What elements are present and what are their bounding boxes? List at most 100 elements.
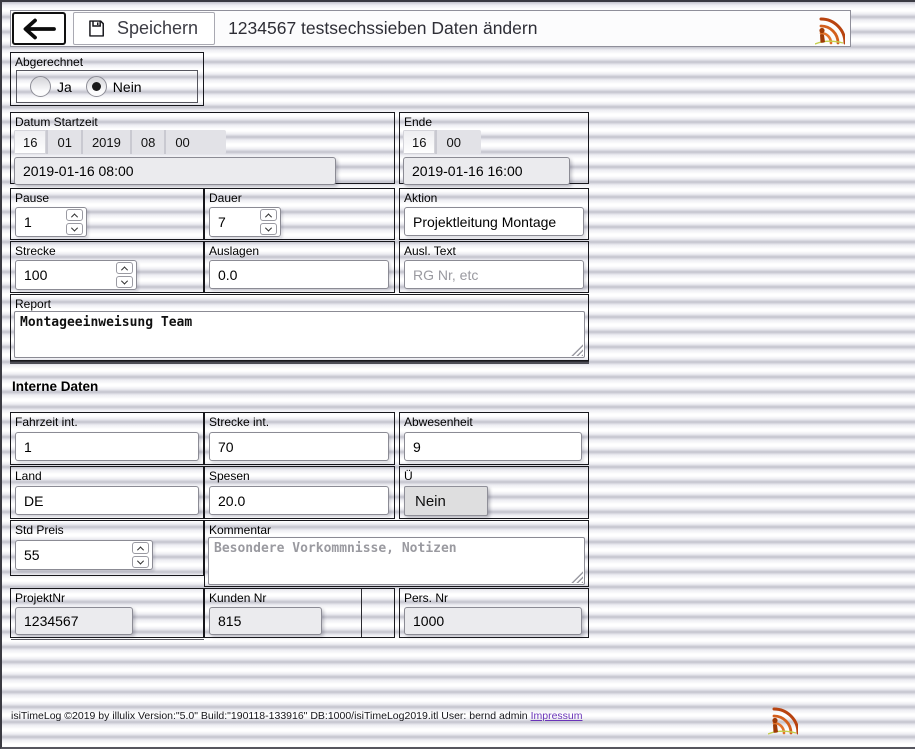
ausl-text-input[interactable] (404, 260, 584, 289)
footer-info: isiTimeLog ©2019 by illulix Version:"5.0… (11, 710, 583, 722)
page-title: 1234567 testsechssieben Daten ändern (228, 18, 538, 38)
start-section: Datum Startzeit 16 01 2019 08 00 (10, 112, 395, 185)
start-seg-month[interactable]: 01 (46, 130, 80, 154)
footer-version-text: isiTimeLog ©2019 by illulix Version:"5.0… (11, 710, 528, 722)
persnr-section: Pers. Nr (399, 588, 589, 638)
back-button[interactable] (12, 12, 66, 45)
radio-ja-label: Ja (57, 78, 72, 95)
land-section: Land (10, 466, 204, 519)
interne-daten-heading: Interne Daten (12, 379, 99, 394)
aktion-section: Aktion (399, 188, 589, 240)
kommentar-label: Kommentar (209, 523, 272, 537)
chevron-down-icon (264, 224, 273, 232)
fahrzeit-input[interactable] (15, 432, 199, 461)
std-preis-increment-button[interactable] (132, 542, 149, 554)
pause-section: Pause (10, 188, 204, 240)
projektnr-label: ProjektNr (15, 591, 66, 605)
chevron-down-icon (136, 557, 145, 565)
ende-label: Ende (404, 115, 433, 129)
pause-stepper (15, 207, 87, 237)
impressum-link[interactable]: Impressum (531, 710, 583, 722)
kundennr-section: Kunden Nr (204, 588, 395, 638)
radio-nein-label: Nein (112, 78, 142, 95)
radio-ja[interactable] (30, 76, 51, 97)
persnr-label: Pers. Nr (404, 591, 449, 605)
form-bottom-line (11, 639, 204, 640)
kommentar-textarea-wrap (208, 537, 585, 585)
kommentar-section: Kommentar (204, 520, 589, 587)
pause-label: Pause (15, 191, 50, 205)
dauer-increment-button[interactable] (260, 209, 277, 221)
ende-datetime-display[interactable] (403, 157, 570, 185)
std-preis-input[interactable] (16, 542, 132, 568)
start-seg-year[interactable]: 2019 (80, 130, 130, 154)
abwesenheit-label: Abwesenheit (404, 415, 473, 429)
ende-seg-minute[interactable]: 00 (435, 130, 469, 154)
std-preis-stepper (15, 540, 153, 570)
start-seg-tail (199, 130, 226, 154)
save-button[interactable]: Speichern (73, 12, 216, 45)
land-input[interactable] (15, 486, 199, 515)
start-seg-minute[interactable]: 00 (164, 130, 198, 154)
abwesenheit-input[interactable] (404, 432, 582, 461)
abgerechnet-section: Abgerechnet Ja Nein (10, 52, 204, 106)
fahrzeit-label: Fahrzeit int. (15, 415, 78, 429)
app-window: Speichern 1234567 testsechssieben Daten … (0, 0, 915, 749)
cell-divider (361, 589, 362, 637)
abgerechnet-radio-group: Ja Nein (16, 70, 198, 103)
report-textarea[interactable]: Montageeinweisung Team (14, 311, 585, 358)
dauer-label: Dauer (209, 191, 242, 205)
strecke-input[interactable] (16, 262, 116, 288)
std-preis-section: Std Preis (10, 520, 204, 576)
strecke-decrement-button[interactable] (116, 276, 133, 288)
aktion-input[interactable] (404, 207, 584, 236)
kommentar-textarea[interactable] (208, 537, 585, 585)
start-date-segments: 16 01 2019 08 00 (14, 130, 226, 154)
spesen-input[interactable] (209, 486, 389, 515)
pause-input[interactable] (16, 209, 66, 235)
auslagen-input[interactable] (209, 260, 389, 289)
spesen-section: Spesen (204, 466, 395, 519)
chevron-down-icon (70, 224, 79, 232)
floppy-disk-icon (89, 20, 104, 37)
chevron-up-icon (120, 265, 129, 273)
save-button-label: Speichern (117, 18, 199, 38)
start-seg-hour[interactable]: 08 (129, 130, 164, 154)
auslagen-section: Auslagen (204, 241, 395, 293)
strecke-increment-button[interactable] (116, 262, 133, 274)
strecke-int-input[interactable] (209, 432, 389, 461)
ausl-text-section: Ausl. Text (399, 241, 589, 293)
ende-seg-tail (470, 130, 481, 154)
start-datetime-display[interactable] (14, 157, 336, 185)
back-arrow-icon (23, 18, 56, 39)
ue-label: Ü (404, 469, 413, 483)
spesen-label: Spesen (209, 469, 250, 483)
chevron-up-icon (70, 212, 79, 220)
strecke-stepper (15, 260, 137, 290)
auslagen-label: Auslagen (209, 244, 260, 258)
land-label: Land (15, 469, 42, 483)
dauer-stepper (209, 207, 281, 237)
abgerechnet-label: Abgerechnet (15, 55, 84, 69)
report-textarea-wrap: Montageeinweisung Team (14, 311, 585, 358)
report-section: Report Montageeinweisung Team (10, 294, 589, 361)
chevron-up-icon (136, 545, 145, 553)
strecke-section: Strecke (10, 241, 204, 293)
pause-increment-button[interactable] (66, 209, 83, 221)
ende-segments: 16 00 (403, 130, 481, 154)
dauer-section: Dauer (204, 188, 395, 240)
kundennr-display[interactable] (209, 607, 322, 635)
report-label: Report (15, 297, 52, 311)
strecke-int-label: Strecke int. (209, 415, 270, 429)
radio-nein[interactable] (85, 76, 107, 97)
dauer-decrement-button[interactable] (260, 223, 277, 235)
std-preis-decrement-button[interactable] (132, 556, 149, 568)
ende-seg-hour[interactable]: 16 (403, 130, 436, 154)
start-seg-day[interactable]: 16 (14, 130, 47, 154)
persnr-display[interactable] (404, 607, 582, 635)
ue-toggle-button[interactable]: Nein (404, 486, 488, 516)
ende-section: Ende 16 00 (399, 112, 589, 185)
dauer-input[interactable] (210, 209, 260, 235)
projektnr-display[interactable] (15, 607, 133, 635)
pause-decrement-button[interactable] (66, 223, 83, 235)
